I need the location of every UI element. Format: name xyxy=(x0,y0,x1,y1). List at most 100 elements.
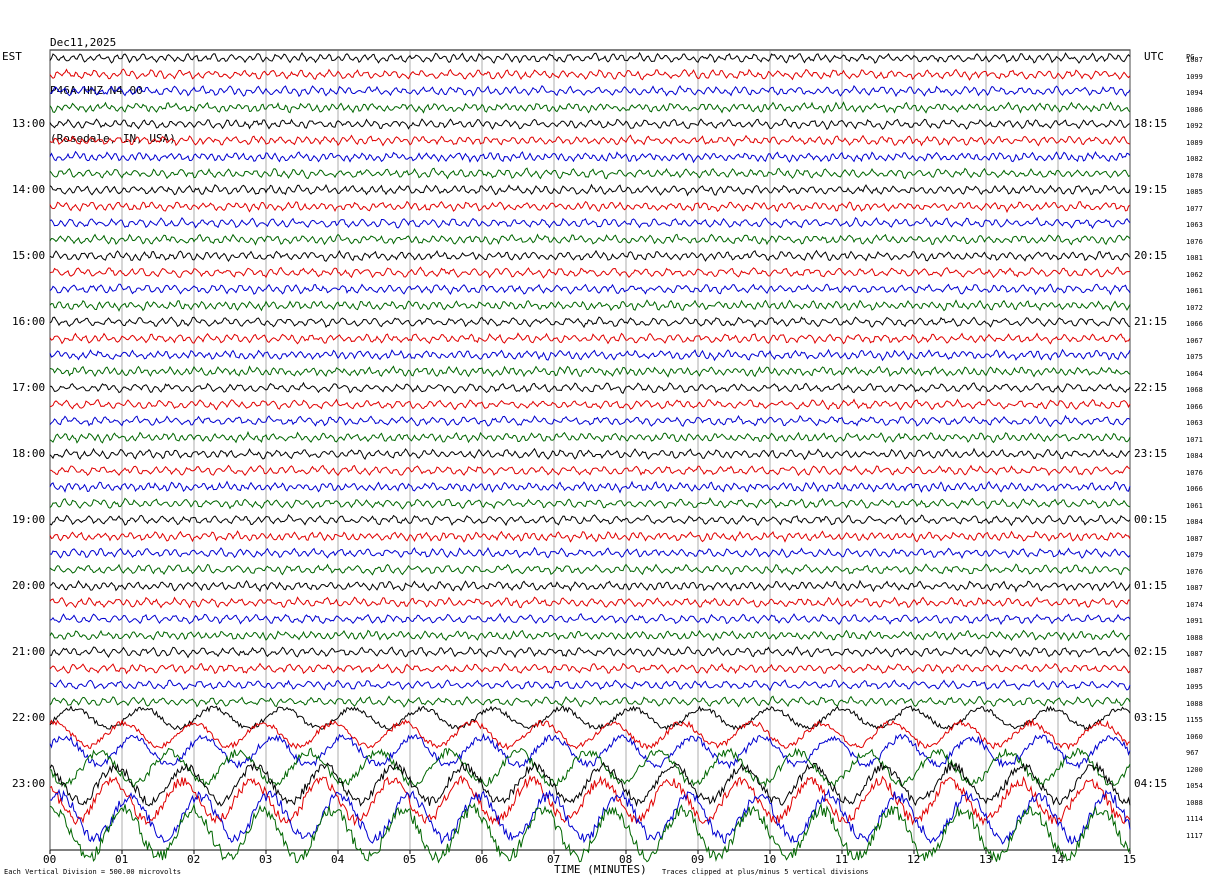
row-value-label: 1091 xyxy=(1186,617,1203,625)
x-tick-label: 15 xyxy=(1123,853,1137,866)
row-value-label: 1067 xyxy=(1186,336,1203,345)
row-value-label: 1088 xyxy=(1186,798,1203,807)
trace-line xyxy=(49,802,1131,864)
trace-line xyxy=(49,530,1131,543)
row-value-label: 1062 xyxy=(1186,270,1203,279)
row-value-label: 1117 xyxy=(1186,831,1203,840)
row-value-label: 1061 xyxy=(1186,501,1203,510)
trace-line xyxy=(49,381,1131,395)
trace-line xyxy=(49,365,1131,378)
row-value-label: 1095 xyxy=(1186,683,1203,691)
trace-line xyxy=(49,695,1131,708)
trace-line xyxy=(49,398,1131,411)
x-tick-label: 04 xyxy=(331,853,345,866)
row-value-label: 1066 xyxy=(1186,402,1203,411)
x-tick-label: 02 xyxy=(187,853,201,866)
utc-hour-label: 02:15 xyxy=(1134,645,1168,658)
row-value-label: 1099 xyxy=(1186,72,1203,81)
row-value-label: 1077 xyxy=(1186,204,1203,213)
utc-hour-label: 04:15 xyxy=(1134,777,1168,790)
row-value-label: 1066 xyxy=(1186,485,1203,493)
row-value-label: 1079 xyxy=(1186,551,1203,559)
est-hour-label: 20:00 xyxy=(12,579,46,592)
est-hour-label: 13:00 xyxy=(12,117,46,130)
est-hour-label: 18:00 xyxy=(12,447,46,460)
row-value-label: 1088 xyxy=(1186,699,1203,708)
utc-hour-label: 01:15 xyxy=(1134,579,1168,592)
x-tick-label: 12 xyxy=(907,853,921,866)
est-hour-label: 15:00 xyxy=(12,249,46,262)
row-value-label: 1086 xyxy=(1186,105,1203,114)
row-value-label: 1076 xyxy=(1186,237,1203,246)
row-value-label: 1063 xyxy=(1186,221,1203,229)
trace-line xyxy=(49,629,1131,642)
x-tick-label: 06 xyxy=(475,853,489,866)
plot-frame xyxy=(49,49,1131,851)
row-value-label: 1094 xyxy=(1186,89,1203,97)
trace-line xyxy=(49,464,1131,477)
row-value-label: 1085 xyxy=(1186,188,1203,196)
x-tick-label: 00 xyxy=(43,853,57,866)
row-value-label: 1075 xyxy=(1186,353,1203,361)
x-tick-label: 13 xyxy=(979,853,993,866)
row-value-label: 1084 xyxy=(1186,518,1203,526)
row-value-label: 1072 xyxy=(1186,303,1203,312)
trace-line xyxy=(49,563,1131,576)
row-value-label: 1054 xyxy=(1186,782,1203,790)
trace-line xyxy=(49,134,1131,147)
row-value-label: 1200 xyxy=(1186,765,1203,774)
utc-hour-label: 19:15 xyxy=(1134,183,1168,196)
trace-line xyxy=(49,480,1131,494)
est-hour-label: 22:00 xyxy=(12,711,46,724)
trace-line xyxy=(49,447,1131,461)
row-value-label: 1076 xyxy=(1186,567,1203,576)
trace-line xyxy=(49,348,1131,362)
trace-line xyxy=(49,150,1131,164)
trace-line xyxy=(49,316,1131,329)
row-value-label: 1087 xyxy=(1186,584,1203,592)
row-value-label: 1082 xyxy=(1186,155,1203,163)
utc-hour-label: 21:15 xyxy=(1134,315,1168,328)
utc-hour-label: 03:15 xyxy=(1134,711,1168,724)
trace-line xyxy=(49,118,1131,131)
row-value-label: 1061 xyxy=(1186,287,1203,295)
trace-line xyxy=(49,546,1131,559)
est-hour-label: 17:00 xyxy=(12,381,46,394)
row-value-label: 1087 xyxy=(1186,56,1203,64)
row-value-label: 1066 xyxy=(1186,320,1203,328)
trace-line xyxy=(49,596,1131,609)
row-value-label: 1092 xyxy=(1186,122,1203,130)
x-tick-label: 01 xyxy=(115,853,129,866)
trace-line xyxy=(49,200,1131,214)
utc-hour-label: 23:15 xyxy=(1134,447,1168,460)
trace-line xyxy=(49,662,1131,675)
seismogram-plot xyxy=(49,49,1131,864)
row-value-label: 1114 xyxy=(1186,815,1203,823)
est-hour-label: 23:00 xyxy=(12,777,46,790)
trace-line xyxy=(49,299,1131,312)
utc-hour-label: 22:15 xyxy=(1134,381,1168,394)
trace-line xyxy=(49,332,1131,345)
utc-hour-label: 00:15 xyxy=(1134,513,1168,526)
est-hour-label: 19:00 xyxy=(12,513,46,526)
row-value-label: 1064 xyxy=(1186,369,1203,378)
row-value-label: 1060 xyxy=(1186,732,1203,741)
trace-line xyxy=(49,68,1131,81)
row-value-label: 1155 xyxy=(1186,716,1203,724)
x-tick-label: 03 xyxy=(259,853,273,866)
trace-line xyxy=(49,233,1131,246)
trace-line xyxy=(49,430,1131,444)
x-axis-title: TIME (MINUTES) xyxy=(554,863,647,876)
row-value-label: 1087 xyxy=(1186,650,1203,658)
trace-line xyxy=(49,183,1131,197)
row-value-label: 1074 xyxy=(1186,600,1203,609)
row-value-label: 1081 xyxy=(1186,254,1203,262)
clip-note: Traces clipped at plus/minus 5 vertical … xyxy=(662,868,869,876)
scale-note: Each Vertical Division = 500.00 microvol… xyxy=(4,868,182,876)
trace-line xyxy=(49,283,1131,296)
trace-line xyxy=(49,101,1131,114)
trace-line xyxy=(49,718,1131,751)
row-value-label: 1076 xyxy=(1186,468,1203,477)
trace-line xyxy=(49,579,1131,593)
trace-line xyxy=(49,249,1131,262)
